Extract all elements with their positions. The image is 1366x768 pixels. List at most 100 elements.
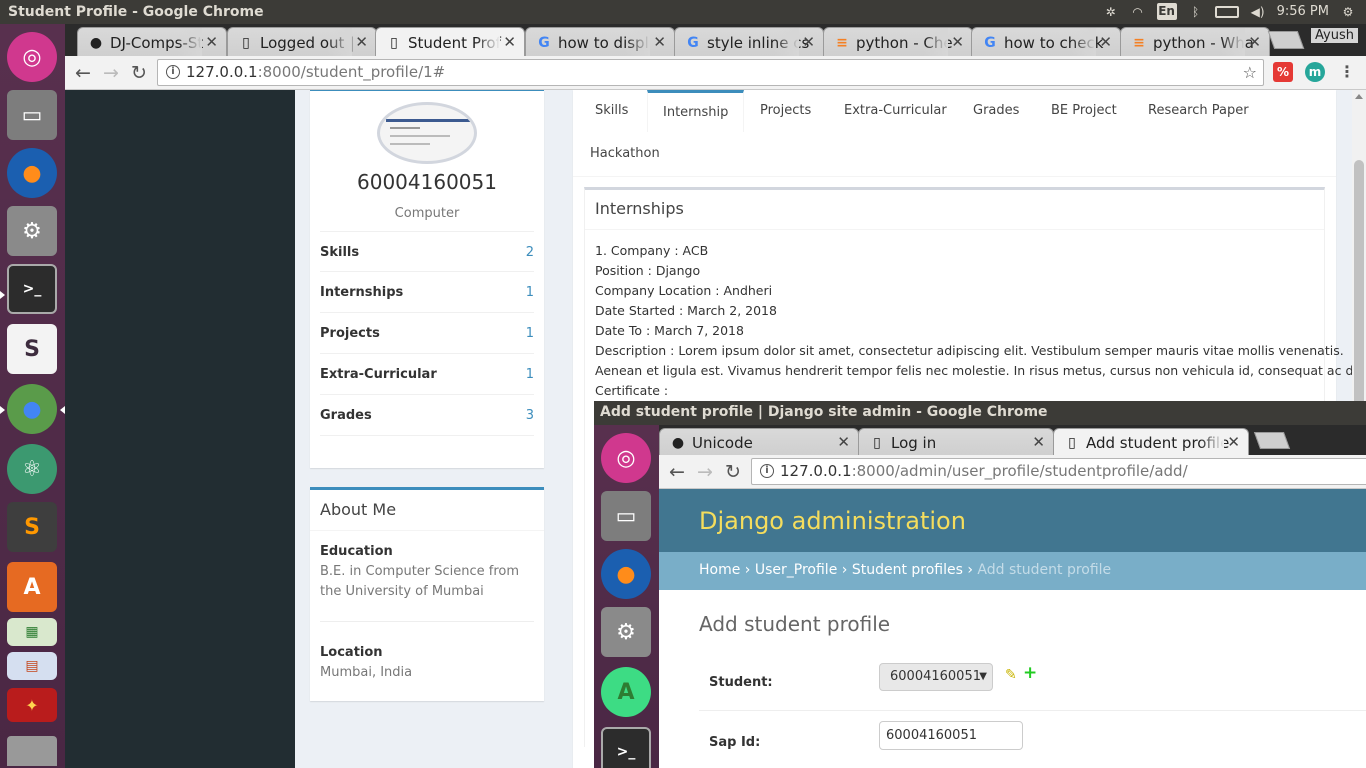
django-brand[interactable]: Django administration (699, 507, 966, 535)
firefox-icon[interactable]: ● (7, 148, 57, 198)
bluetooth-icon[interactable]: ᛒ (1188, 4, 1204, 20)
breadcrumb: Home › User_Profile › Student profiles ›… (659, 552, 1366, 590)
profile-sap-id: 60004160051 (357, 170, 497, 194)
ubuntu-dash-icon[interactable]: ◎ (7, 32, 57, 82)
stat-value[interactable]: 1 (526, 367, 534, 382)
tab-add-student-profile[interactable]: ▯ Add student profile ✕ (1053, 428, 1249, 455)
google-icon: G (984, 35, 996, 51)
tab-research-paper[interactable]: Research Paper (1133, 90, 1264, 132)
close-icon[interactable]: ✕ (1032, 433, 1045, 451)
clock[interactable]: 9:56 PM (1277, 4, 1329, 19)
tab-be-project[interactable]: BE Project (1036, 90, 1132, 132)
student-label: Student: (709, 675, 773, 690)
tab-how-to-check[interactable]: G how to check ✕ (971, 27, 1121, 56)
menu-dots-icon[interactable]: ⋮ (1337, 62, 1357, 82)
terminal-icon[interactable]: >_ (7, 264, 57, 314)
wifi-icon[interactable]: ◠ (1130, 4, 1146, 20)
breadcrumb-separator: › (967, 562, 973, 578)
forward-arrow-icon[interactable]: → (99, 61, 123, 85)
game-icon[interactable]: ✦ (7, 688, 57, 722)
tab-logged-out[interactable]: ▯ Logged out | ✕ (227, 27, 377, 56)
close-icon[interactable]: ✕ (1248, 33, 1261, 51)
new-tab-button[interactable] (1267, 31, 1305, 49)
close-icon[interactable]: ✕ (1099, 33, 1112, 51)
trash-icon[interactable] (7, 736, 57, 766)
files-icon[interactable]: ▭ (7, 90, 57, 140)
stat-value[interactable]: 3 (526, 408, 534, 423)
close-icon[interactable]: ✕ (951, 33, 964, 51)
back-arrow-icon[interactable]: ← (665, 460, 689, 484)
student-select[interactable]: 60004160051 ▼ (879, 663, 993, 691)
extension-m-icon[interactable]: m (1305, 62, 1325, 82)
close-icon[interactable]: ✕ (205, 33, 218, 51)
internship-certificate: Certificate : (595, 383, 669, 398)
address-bar[interactable]: i 127.0.0.1:8000/student_profile/1# ☆ (157, 59, 1264, 86)
tab-grades[interactable]: Grades (958, 90, 1034, 132)
slack-icon[interactable]: S (7, 324, 57, 374)
edit-pencil-icon[interactable]: ✎ (1005, 667, 1017, 683)
tab-python-what[interactable]: ≡ python - Wha ✕ (1120, 27, 1270, 56)
tab-dj-comps[interactable]: ● DJ-Comps-St ✕ (77, 27, 227, 56)
back-arrow-icon[interactable]: ← (71, 61, 95, 85)
info-icon[interactable]: i (166, 65, 180, 79)
power-gear-icon[interactable]: ⚙ (1340, 4, 1356, 20)
tab-python-check[interactable]: ≡ python - Che ✕ (823, 27, 973, 56)
software-center-icon[interactable]: A (7, 562, 57, 612)
tab-hackathon[interactable]: Hackathon (575, 133, 675, 175)
scroll-up-icon[interactable] (1355, 94, 1363, 99)
stat-item-grades: Grades 3 (320, 395, 534, 436)
sap-id-input[interactable]: 60004160051 (879, 721, 1023, 750)
tab-internship[interactable]: Internship (647, 90, 745, 132)
terminal-icon[interactable]: >_ (601, 727, 651, 768)
admin-address-bar[interactable]: i 127.0.0.1:8000/admin/user_profile/stud… (751, 458, 1366, 485)
volume-icon[interactable]: ◀) (1250, 4, 1266, 20)
tab-projects[interactable]: Projects (745, 90, 826, 132)
breadcrumb-home[interactable]: Home (699, 562, 740, 578)
battery-icon[interactable] (1214, 5, 1239, 18)
stat-value[interactable]: 2 (526, 245, 534, 260)
firefox-icon[interactable]: ● (601, 549, 651, 599)
sublime-text-icon[interactable]: S (7, 502, 57, 552)
reload-icon[interactable]: ↻ (721, 460, 745, 484)
settings-gear-icon[interactable]: ✲ (1103, 4, 1119, 20)
url-host: 127.0.0.1 (186, 63, 258, 81)
close-icon[interactable]: ✕ (503, 33, 516, 51)
android-studio-icon[interactable]: A (601, 667, 651, 717)
url-path: :8000/admin/user_profile/studentprofile/… (851, 462, 1188, 480)
breadcrumb-student-profiles[interactable]: Student profiles (852, 562, 963, 578)
breadcrumb-user-profile[interactable]: User_Profile (755, 562, 837, 578)
libreoffice-calc-icon[interactable]: ▦ (7, 618, 57, 646)
info-icon[interactable]: i (760, 464, 774, 478)
reload-icon[interactable]: ↻ (127, 61, 151, 85)
tab-student-profile[interactable]: ▯ Student Prof ✕ (375, 27, 525, 56)
keyboard-layout-indicator[interactable]: En (1156, 3, 1177, 20)
close-icon[interactable]: ✕ (837, 433, 850, 451)
bookmark-star-icon[interactable]: ☆ (1243, 60, 1257, 85)
profile-name[interactable]: Ayush (1311, 28, 1358, 43)
admin-browser-window[interactable]: Add student profile | Django site admin … (594, 401, 1366, 768)
system-settings-icon[interactable]: ⚙ (7, 206, 57, 256)
add-plus-icon[interactable]: + (1023, 663, 1037, 683)
system-settings-icon[interactable]: ⚙ (601, 607, 651, 657)
tab-log-in[interactable]: ▯ Log in ✕ (858, 428, 1054, 455)
close-icon[interactable]: ✕ (355, 33, 368, 51)
tab-how-to-display[interactable]: G how to displ ✕ (525, 27, 675, 56)
libreoffice-impress-icon[interactable]: ▤ (7, 652, 57, 680)
atom-icon[interactable]: ⚛ (7, 444, 57, 494)
forward-arrow-icon[interactable]: → (693, 460, 717, 484)
new-tab-button[interactable] (1253, 432, 1291, 449)
tab-skills[interactable]: Skills (580, 90, 643, 132)
tab-unicode[interactable]: ● Unicode ✕ (659, 428, 859, 455)
close-icon[interactable]: ✕ (802, 33, 815, 51)
files-icon[interactable]: ▭ (601, 491, 651, 541)
chrome-icon[interactable]: ● (7, 384, 57, 434)
close-icon[interactable]: ✕ (653, 33, 666, 51)
extension-icon[interactable]: % (1273, 62, 1293, 82)
tab-extra-curricular[interactable]: Extra-Curricular (829, 90, 962, 132)
ubuntu-dash-icon[interactable]: ◎ (601, 433, 651, 483)
stat-value[interactable]: 1 (526, 326, 534, 341)
tab-style-inline[interactable]: G style inline cs ✕ (674, 27, 824, 56)
close-icon[interactable]: ✕ (1227, 433, 1240, 451)
stat-value[interactable]: 1 (526, 285, 534, 300)
stat-item-projects: Projects 1 (320, 313, 534, 354)
